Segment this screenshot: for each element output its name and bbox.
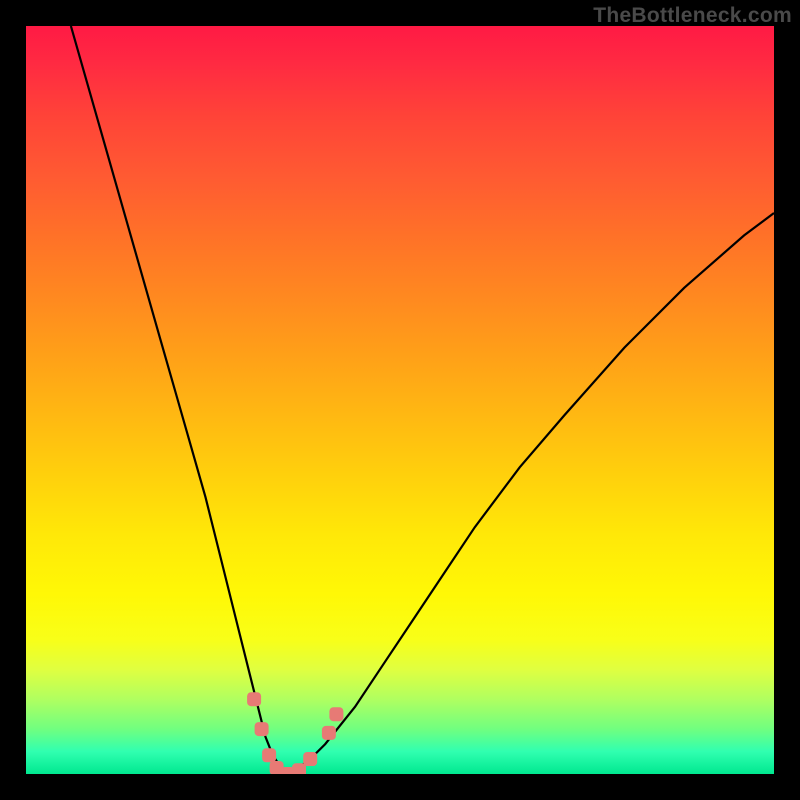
- data-point-marker: [329, 707, 343, 721]
- data-point-marker: [247, 692, 261, 706]
- bottleneck-curve-plot: [26, 26, 774, 774]
- data-point-marker: [292, 763, 306, 774]
- chart-container: TheBottleneck.com: [0, 0, 800, 800]
- data-point-marker: [262, 748, 276, 762]
- curve-right-branch: [288, 213, 774, 774]
- data-point-marker: [303, 752, 317, 766]
- curve-left-branch: [71, 26, 288, 774]
- data-point-marker: [322, 726, 336, 740]
- data-point-marker: [255, 722, 269, 736]
- watermark-text: TheBottleneck.com: [593, 4, 792, 28]
- data-point-markers: [247, 692, 343, 774]
